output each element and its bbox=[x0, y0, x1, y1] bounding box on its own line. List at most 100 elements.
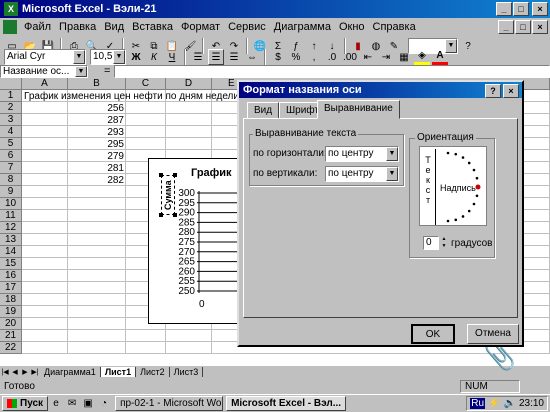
orientation-tick[interactable] bbox=[475, 184, 481, 190]
row-header[interactable]: 3 bbox=[0, 114, 22, 126]
grid-cell[interactable] bbox=[22, 174, 68, 186]
sheet-tab-diagram1[interactable]: Диаграмма1 bbox=[40, 367, 101, 377]
orientation-tick[interactable] bbox=[446, 219, 450, 223]
dec-indent-icon[interactable]: ⇤ bbox=[360, 49, 376, 65]
cell-b-value[interactable]: 256 bbox=[68, 103, 124, 114]
doc-close-button[interactable]: × bbox=[532, 20, 548, 34]
quicklaunch-outlook-icon[interactable]: ✉ bbox=[64, 396, 80, 412]
row-header[interactable]: 17 bbox=[0, 282, 22, 294]
grid-cell[interactable] bbox=[22, 330, 68, 342]
degrees-spinner[interactable]: ▲ ▼ bbox=[440, 236, 448, 250]
degrees-input[interactable]: 0 bbox=[423, 236, 439, 250]
grid-cell[interactable] bbox=[126, 330, 166, 342]
underline-button[interactable]: Ч bbox=[164, 49, 180, 65]
row-header[interactable]: 13 bbox=[0, 234, 22, 246]
grid-cell[interactable] bbox=[126, 102, 166, 114]
grid-cell[interactable] bbox=[68, 318, 126, 330]
cell-b-value[interactable]: 287 bbox=[68, 115, 124, 126]
grid-cell[interactable] bbox=[22, 222, 68, 234]
menu-view[interactable]: Вид bbox=[100, 21, 128, 33]
embedded-chart[interactable]: График Сумма 300 295 290 285 280 275 270 265 260… bbox=[148, 158, 249, 324]
orientation-tick[interactable] bbox=[446, 151, 450, 155]
font-combo[interactable]: Arial Cyr ▼ bbox=[4, 49, 86, 65]
menu-edit[interactable]: Правка bbox=[55, 21, 100, 33]
dialog-help-button[interactable]: ? bbox=[485, 84, 501, 98]
sheet-tab-list2[interactable]: Лист2 bbox=[136, 367, 170, 377]
grid-cell[interactable] bbox=[22, 234, 68, 246]
font-size-combo[interactable]: 10,5 ▼ bbox=[90, 49, 126, 65]
grid-cell[interactable] bbox=[22, 246, 68, 258]
orientation-tick[interactable] bbox=[467, 161, 471, 165]
orientation-tick[interactable] bbox=[461, 215, 465, 218]
grid-cell[interactable] bbox=[126, 114, 166, 126]
row-header[interactable]: 10 bbox=[0, 198, 22, 210]
borders-icon[interactable]: ▦ bbox=[396, 49, 412, 65]
row-header[interactable]: 22 bbox=[0, 342, 22, 354]
tab-first-icon[interactable]: |◀ bbox=[0, 364, 10, 380]
row-header[interactable]: 6 bbox=[0, 150, 22, 162]
row-header[interactable]: 12 bbox=[0, 222, 22, 234]
start-button[interactable]: Пуск bbox=[2, 396, 49, 411]
grid-cell[interactable] bbox=[68, 342, 126, 354]
grid-cell[interactable] bbox=[22, 342, 68, 354]
tab-prev-icon[interactable]: ◀ bbox=[10, 364, 20, 380]
cell-b-value[interactable]: 293 bbox=[68, 127, 124, 138]
row-header[interactable]: 14 bbox=[0, 246, 22, 258]
row-header[interactable]: 15 bbox=[0, 258, 22, 270]
horizontal-select[interactable]: по центру ▼ bbox=[325, 146, 399, 162]
row-header[interactable]: 2 bbox=[0, 102, 22, 114]
orientation-tick[interactable] bbox=[475, 176, 479, 180]
menu-window[interactable]: Окно bbox=[335, 21, 369, 33]
orientation-tick[interactable] bbox=[454, 218, 458, 222]
name-box[interactable]: Название ос... ▼ bbox=[0, 64, 88, 78]
grid-cell[interactable] bbox=[68, 186, 126, 198]
row-header[interactable]: 21 bbox=[0, 330, 22, 342]
taskbar-item-word[interactable]: пр-02-1 - Microsoft Word bbox=[115, 396, 224, 411]
orientation-dial[interactable]: Текст Надпись bbox=[419, 146, 487, 226]
grid-cell[interactable] bbox=[68, 222, 126, 234]
select-all[interactable] bbox=[0, 78, 22, 90]
formula-input[interactable] bbox=[114, 64, 550, 78]
row-header[interactable]: 18 bbox=[0, 294, 22, 306]
row-header[interactable]: 11 bbox=[0, 210, 22, 222]
vertical-select[interactable]: по центру ▼ bbox=[325, 166, 399, 182]
row-header[interactable]: 20 bbox=[0, 318, 22, 330]
orientation-tick[interactable] bbox=[461, 156, 465, 159]
orientation-tick[interactable] bbox=[467, 209, 471, 213]
grid-cell[interactable] bbox=[22, 138, 68, 150]
cancel-button[interactable]: Отмена bbox=[467, 324, 519, 344]
dec-decimal-icon[interactable]: .00 bbox=[342, 49, 358, 65]
grid-cell[interactable] bbox=[22, 210, 68, 222]
row-header[interactable]: 1 bbox=[0, 90, 22, 102]
grid-cell[interactable] bbox=[22, 270, 68, 282]
col-header-d[interactable]: D bbox=[166, 78, 212, 90]
comma-icon[interactable]: , bbox=[306, 49, 322, 65]
maximize-button[interactable]: □ bbox=[513, 2, 529, 16]
cell-b-value[interactable]: 279 bbox=[68, 151, 124, 162]
grid-cell[interactable] bbox=[22, 150, 68, 162]
orientation-tick[interactable] bbox=[475, 194, 479, 198]
bold-button[interactable]: Ж bbox=[128, 49, 144, 65]
grid-cell[interactable] bbox=[126, 342, 166, 354]
orientation-tick[interactable] bbox=[472, 168, 476, 172]
grid-cell[interactable] bbox=[68, 294, 126, 306]
doc-minimize-button[interactable]: _ bbox=[498, 20, 514, 34]
row-header[interactable]: 7 bbox=[0, 162, 22, 174]
grid-cell[interactable] bbox=[68, 270, 126, 282]
grid-cell[interactable] bbox=[166, 342, 212, 354]
grid-cell[interactable] bbox=[126, 126, 166, 138]
row-header[interactable]: 5 bbox=[0, 138, 22, 150]
tab-view[interactable]: Вид bbox=[247, 102, 280, 119]
tray-network-icon[interactable]: ⚡ bbox=[488, 398, 500, 409]
col-header-a[interactable]: A bbox=[22, 78, 68, 90]
menu-format[interactable]: Формат bbox=[177, 21, 224, 33]
grid-cell[interactable] bbox=[68, 246, 126, 258]
grid-cell[interactable] bbox=[22, 306, 68, 318]
doc-restore-button[interactable]: □ bbox=[515, 20, 531, 34]
percent-icon[interactable]: % bbox=[288, 49, 304, 65]
grid-cell[interactable] bbox=[22, 294, 68, 306]
fill-color-icon[interactable]: ◈ bbox=[414, 49, 430, 65]
cell-b-value[interactable]: 281 bbox=[68, 163, 124, 174]
close-button[interactable]: × bbox=[532, 2, 548, 16]
grid-cell[interactable] bbox=[68, 258, 126, 270]
